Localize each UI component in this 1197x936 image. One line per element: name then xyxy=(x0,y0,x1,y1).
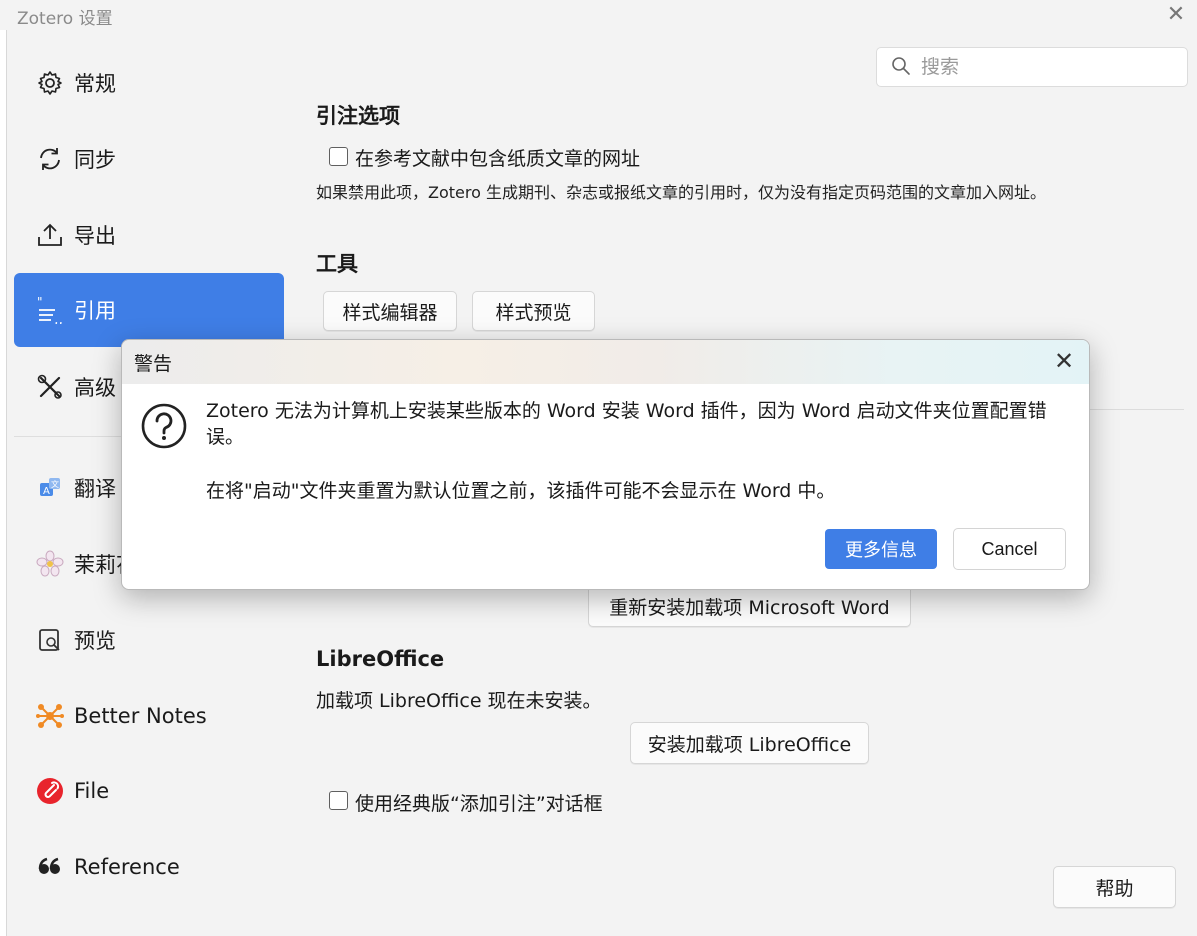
warning-dialog: 警告 ✕ Zotero 无法为计算机上安装某些版本的 Word 安装 Word … xyxy=(121,339,1090,590)
dialog-message: Zotero 无法为计算机上安装某些版本的 Word 安装 Word 插件，因为… xyxy=(206,400,1047,448)
cancel-button[interactable]: Cancel xyxy=(953,528,1066,570)
sidebar-item-export[interactable]: 导出 xyxy=(14,198,284,272)
sidebar-item-cite[interactable]: ",, 引用 xyxy=(14,273,284,347)
export-icon xyxy=(35,220,65,250)
cite-icon: ",, xyxy=(35,295,65,325)
include-urls-label: 在参考文献中包含纸质文章的网址 xyxy=(355,148,641,170)
preview-icon xyxy=(35,625,65,655)
sidebar-item-preview[interactable]: 预览 xyxy=(14,603,284,677)
sidebar-item-general[interactable]: 常规 xyxy=(14,46,284,120)
sidebar-item-label: 导出 xyxy=(74,224,116,248)
classic-dialog-label: 使用经典版“添加引注”对话框 xyxy=(355,793,603,815)
file-icon xyxy=(35,776,65,806)
sidebar-item-reference[interactable]: Reference xyxy=(14,830,284,904)
sidebar-item-label: 同步 xyxy=(74,148,116,172)
search-icon xyxy=(891,56,911,80)
install-libreoffice-button[interactable]: 安装加载项 LibreOffice xyxy=(630,722,869,764)
sidebar-item-label: Better Notes xyxy=(74,704,207,728)
style-editor-button[interactable]: 样式编辑器 xyxy=(323,291,457,331)
sidebar-item-label: Reference xyxy=(74,855,180,879)
window-close-button[interactable]: ✕ xyxy=(1163,2,1189,28)
sidebar-item-label: 翻译 xyxy=(74,477,116,501)
question-icon xyxy=(141,403,187,453)
help-button[interactable]: 帮助 xyxy=(1053,866,1176,908)
dialog-title: 警告 xyxy=(134,353,173,375)
reinstall-word-addin-button[interactable]: 重新安装加载项 Microsoft Word xyxy=(588,585,911,627)
quote-icon xyxy=(35,852,65,882)
cite-options-title: 引注选项 xyxy=(316,104,400,128)
tools-icon xyxy=(35,372,65,402)
svg-text:,,: ,, xyxy=(54,312,63,324)
libreoffice-title: LibreOffice xyxy=(316,647,445,671)
sidebar-item-label: 预览 xyxy=(74,629,116,653)
style-preview-button[interactable]: 样式预览 xyxy=(472,291,595,331)
sidebar-item-label: File xyxy=(74,779,110,803)
background-window-edge xyxy=(0,30,7,936)
dialog-header: 警告 ✕ xyxy=(122,340,1089,384)
sidebar-item-label: 引用 xyxy=(74,299,116,323)
classic-dialog-checkbox[interactable] xyxy=(329,791,348,810)
title-bar: Zotero 设置 ✕ xyxy=(0,0,1197,30)
search-box[interactable] xyxy=(876,47,1188,87)
include-urls-checkbox[interactable] xyxy=(329,147,348,166)
window-title: Zotero 设置 xyxy=(17,9,113,29)
sidebar-item-sync[interactable]: 同步 xyxy=(14,122,284,196)
jasmine-icon xyxy=(35,549,65,579)
libreoffice-status: 加载项 LibreOffice 现在未安装。 xyxy=(316,690,602,712)
sidebar-item-file[interactable]: File xyxy=(14,754,284,828)
svg-text:文: 文 xyxy=(51,479,59,489)
sync-icon xyxy=(35,144,65,174)
sidebar-item-label: 高级 xyxy=(74,376,116,400)
sidebar-item-label: 常规 xyxy=(74,72,116,96)
better-notes-icon xyxy=(35,701,65,731)
preferences-window: Zotero 设置 ✕ 常规 同步 导出 xyxy=(0,0,1197,936)
tools-title: 工具 xyxy=(316,252,358,276)
dialog-message-secondary: 在将"启动"文件夹重置为默认位置之前，该插件可能不会显示在 Word 中。 xyxy=(206,480,836,502)
translate-icon: A文 xyxy=(35,473,65,503)
svg-text:": " xyxy=(37,296,43,309)
include-urls-description: 如果禁用此项，Zotero 生成期刊、杂志或报纸文章的引用时，仅为没有指定页码范… xyxy=(316,183,1046,202)
sidebar-item-better-notes[interactable]: Better Notes xyxy=(14,679,284,753)
search-input[interactable] xyxy=(919,51,1179,83)
more-info-button[interactable]: 更多信息 xyxy=(825,529,937,569)
gear-icon xyxy=(35,68,65,98)
svg-text:A: A xyxy=(43,486,50,497)
dialog-close-button[interactable]: ✕ xyxy=(1049,346,1079,376)
